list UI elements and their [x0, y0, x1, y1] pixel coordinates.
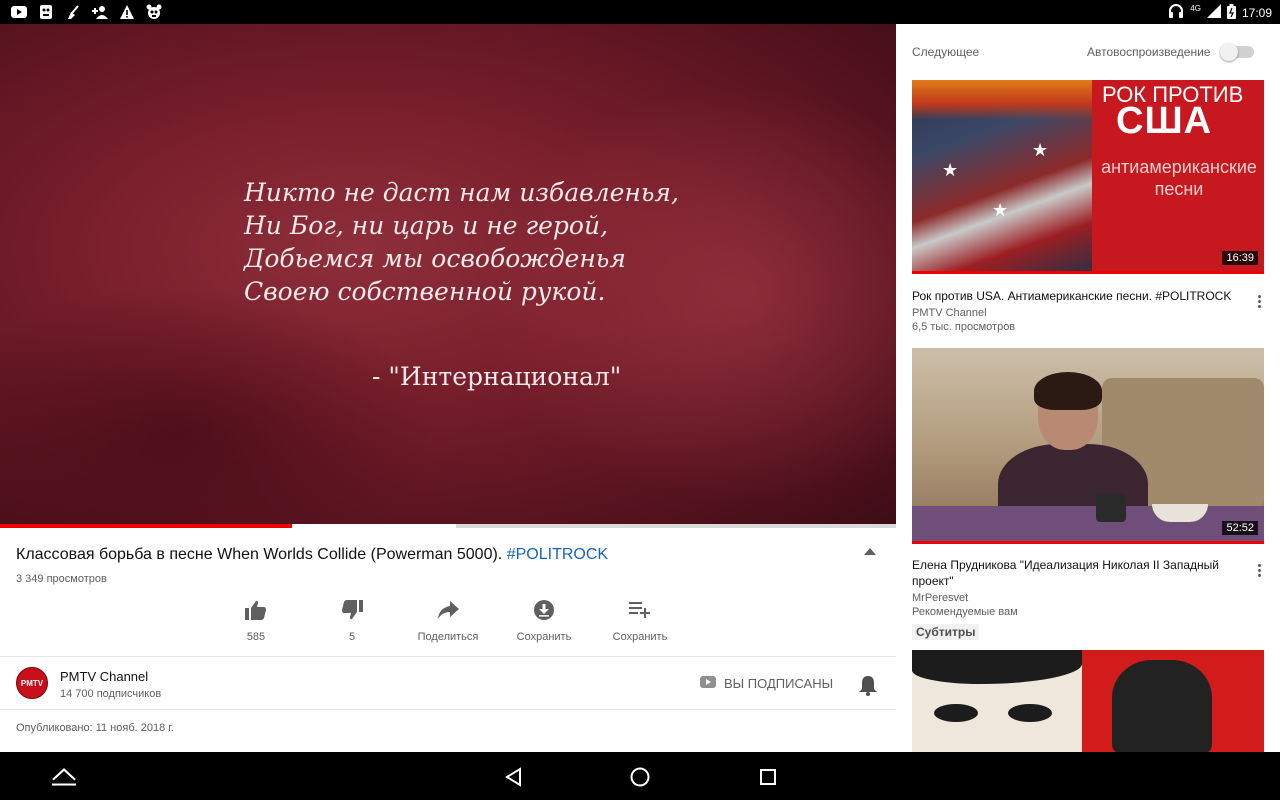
thumbs-up-icon	[244, 598, 268, 622]
subtitles-badge: Субтитры	[912, 624, 980, 640]
headphones-icon	[1168, 3, 1184, 22]
recents-icon[interactable]	[755, 764, 781, 790]
save-label: Сохранить	[612, 631, 668, 643]
collapse-description-icon[interactable]	[864, 548, 876, 555]
watched-bar	[912, 541, 1264, 544]
subscriber-count: 14 700 подписчиков	[60, 688, 162, 700]
up-next-panel: Следующее Автовоспроизведение ★ ★ ★ РОК …	[896, 24, 1280, 752]
channel-name[interactable]: PMTV Channel	[60, 669, 148, 684]
star-icon: ★	[1032, 140, 1049, 160]
hashtag-link[interactable]: #POLITROCK	[507, 546, 608, 563]
quote-line: Ни Бог, ни царь и не герой,	[244, 211, 609, 240]
notification-bell-icon[interactable]	[858, 674, 878, 701]
video-title[interactable]: Елена Прудникова "Идеализация Николая II…	[912, 557, 1238, 589]
published-date: Опубликовано: 11 нояб. 2018 г.	[16, 722, 174, 734]
warning-icon	[118, 3, 136, 21]
star-icon: ★	[942, 160, 959, 180]
clock: 17:09	[1241, 5, 1272, 20]
youtube-icon	[10, 3, 28, 21]
like-button[interactable]: 585	[208, 598, 304, 643]
back-icon[interactable]	[500, 764, 526, 790]
add-to-playlist-icon	[628, 598, 652, 622]
poster-eye-image	[934, 704, 978, 722]
more-options-icon[interactable]	[1258, 564, 1262, 579]
share-icon	[436, 598, 460, 622]
video-thumbnail[interactable]	[912, 650, 1264, 752]
network-type: 4G	[1190, 4, 1201, 13]
download-button[interactable]: Сохранить	[496, 598, 592, 643]
notification-icons	[10, 3, 163, 21]
poster-hair-image	[912, 650, 1082, 684]
subscribed-button[interactable]: ВЫ ПОДПИСАНЫ	[700, 676, 833, 691]
view-count: 3 349 просмотров	[16, 573, 107, 585]
cleaner-icon	[64, 3, 82, 21]
toggle-knob	[1220, 43, 1238, 61]
quote-line: Добьемся мы освобожденья	[244, 244, 626, 273]
battery-icon	[1226, 3, 1236, 22]
save-to-playlist-button[interactable]: Сохранить	[592, 598, 688, 643]
channel-avatar[interactable]: PMTV	[16, 667, 48, 699]
channel-name: MrPeresvet	[912, 592, 969, 604]
video-title-text: Классовая борьба в песне When Worlds Col…	[16, 546, 503, 563]
autoplay-toggle[interactable]	[1220, 43, 1254, 61]
like-count: 585	[246, 631, 266, 643]
dislike-count: 5	[348, 631, 356, 643]
watched-bar	[912, 271, 1264, 274]
poster-figure-image	[1112, 660, 1212, 752]
fire-image	[912, 80, 1092, 120]
status-right: 4G 17:09	[1168, 3, 1272, 22]
expand-icon[interactable]	[51, 764, 77, 790]
quote-text: Никто не даст нам избавленья, Ни Бог, ни…	[244, 176, 679, 308]
background-shadow	[0, 284, 440, 526]
divider	[0, 709, 896, 710]
duration-badge: 52:52	[1222, 521, 1258, 535]
home-icon[interactable]	[627, 764, 653, 790]
video-thumbnail[interactable]: 52:52	[912, 348, 1264, 544]
up-next-label: Следующее	[912, 45, 980, 59]
download-icon	[532, 598, 556, 622]
poster-face-image	[912, 650, 1082, 752]
video-thumbnail[interactable]: ★ ★ ★ РОК ПРОТИВ США антиамериканские пе…	[912, 80, 1264, 274]
youtube-small-icon	[700, 676, 716, 691]
download-label: Сохранить	[516, 631, 572, 643]
panda-icon	[145, 3, 163, 21]
autoplay-label: Автовоспроизведение	[1087, 45, 1211, 59]
video-meta: 6,5 тыс. просмотров	[912, 321, 1016, 333]
cup-image	[1096, 494, 1126, 522]
quote-attribution: - "Интернационал"	[372, 362, 622, 391]
app-icon	[37, 3, 55, 21]
dislike-button[interactable]: 5	[304, 598, 400, 643]
video-meta: Рекомендуемые вам	[912, 606, 1018, 618]
video-title[interactable]: Рок против USA. Антиамериканские песни. …	[912, 288, 1238, 304]
video-player[interactable]: Никто не даст нам избавленья, Ни Бог, ни…	[0, 24, 896, 526]
divider	[0, 656, 896, 657]
star-icon: ★	[992, 200, 1009, 220]
quote-line: Никто не даст нам избавленья,	[244, 178, 679, 207]
subscribed-label: ВЫ ПОДПИСАНЫ	[724, 676, 834, 691]
thumbs-down-icon	[340, 598, 364, 622]
add-person-icon	[91, 3, 109, 21]
video-info: Классовая борьба в песне When Worlds Col…	[0, 528, 896, 752]
status-bar: 4G 17:09	[0, 0, 1280, 24]
table-image	[912, 506, 1264, 544]
person-hair-image	[1034, 372, 1102, 410]
duration-badge: 16:39	[1222, 251, 1258, 265]
share-label: Поделиться	[417, 631, 479, 643]
more-options-icon[interactable]	[1258, 295, 1262, 310]
channel-name: PMTV Channel	[912, 307, 987, 319]
thumbnail-text: США	[1116, 100, 1213, 142]
poster-eye-image	[1008, 704, 1052, 722]
quote-line: Своею собственной рукой.	[244, 277, 606, 306]
navigation-bar	[0, 752, 1280, 800]
flag-image: ★ ★ ★	[912, 80, 1092, 274]
action-bar: 585 5 Поделиться Сохранить Сохранить	[208, 598, 688, 643]
signal-icon	[1206, 4, 1221, 21]
share-button[interactable]: Поделиться	[400, 598, 496, 643]
video-title[interactable]: Классовая борьба в песне When Worlds Col…	[16, 546, 608, 564]
thumbnail-text: антиамериканские песни	[1101, 157, 1257, 199]
